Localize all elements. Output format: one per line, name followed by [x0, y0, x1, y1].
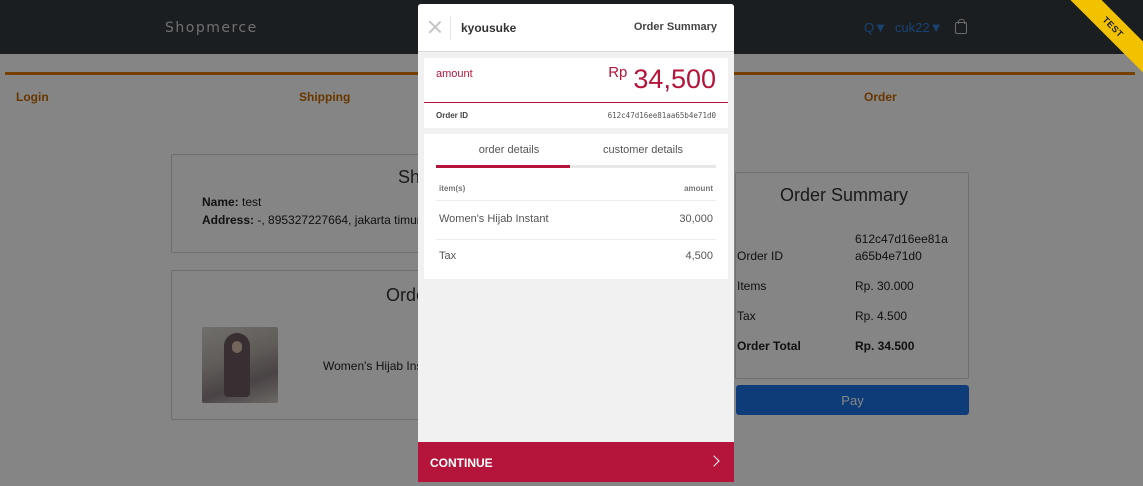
- item-row-name: Women's Hijab Instant: [439, 213, 549, 225]
- details-panel: order details customer details item(s) a…: [424, 134, 728, 279]
- order-id-value: 612c47d16ee81aa65b4e71d0: [607, 111, 716, 120]
- modal-title: Order Summary: [633, 21, 717, 33]
- active-tab-indicator: [436, 165, 570, 168]
- col-header-amount: amount: [684, 184, 713, 193]
- tax-row-amount: 4,500: [685, 250, 713, 262]
- amount-label: amount: [436, 68, 473, 80]
- amount-value: Rp 34,500: [608, 64, 716, 94]
- amount-panel: amount Rp 34,500 Order ID 612c47d16ee81aa…: [424, 58, 728, 128]
- payment-modal: kyousuke Order Summary amount Rp 34,500 O…: [418, 4, 734, 482]
- test-ribbon-label: TEST: [1063, 0, 1143, 78]
- col-header-item: item(s): [439, 184, 466, 193]
- item-row-amount: 30,000: [679, 213, 713, 225]
- continue-label: CONTINUE: [430, 456, 493, 470]
- modal-header: kyousuke Order Summary: [418, 4, 734, 52]
- tab-customer-details[interactable]: customer details: [570, 144, 716, 156]
- tax-row-name: Tax: [439, 250, 457, 262]
- chevron-right-icon: [708, 455, 720, 467]
- tab-order-details[interactable]: order details: [436, 144, 582, 156]
- close-icon[interactable]: [427, 19, 443, 35]
- currency-label: Rp: [608, 64, 628, 81]
- order-id-label: Order ID: [436, 111, 469, 120]
- test-ribbon: TEST: [1063, 0, 1143, 80]
- continue-button[interactable]: CONTINUE: [418, 442, 734, 482]
- merchant-name: kyousuke: [461, 21, 517, 35]
